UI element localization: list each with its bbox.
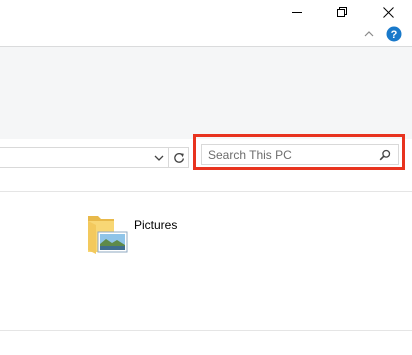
pictures-folder-icon [88,216,128,254]
restore-icon [337,7,347,17]
help-icon: ? [386,26,402,42]
ribbon [0,46,412,140]
file-list: Pictures [0,192,412,331]
svg-text:?: ? [391,29,398,41]
ribbon-controls: ? [352,22,412,46]
address-bar[interactable] [0,147,169,168]
minimize-button[interactable] [274,0,320,24]
navigation-bar: Search This PC [0,134,412,192]
folder-item-pictures[interactable]: Pictures [86,212,196,262]
status-bar [0,331,412,355]
refresh-icon [173,152,184,163]
chevron-up-icon [364,31,374,37]
folder-label: Pictures [134,218,178,232]
close-icon [382,6,394,18]
address-dropdown-button[interactable] [151,148,167,167]
chevron-down-icon [154,155,164,161]
search-input[interactable]: Search This PC [201,144,399,165]
minimize-icon [292,12,302,13]
restore-button[interactable] [319,0,365,24]
title-bar: ? [0,0,412,46]
expand-ribbon-button[interactable] [362,27,376,41]
help-button[interactable]: ? [386,26,402,42]
search-icon[interactable] [378,148,392,162]
search-placeholder: Search This PC [208,148,292,162]
close-button[interactable] [365,0,411,24]
refresh-button[interactable] [168,147,189,168]
